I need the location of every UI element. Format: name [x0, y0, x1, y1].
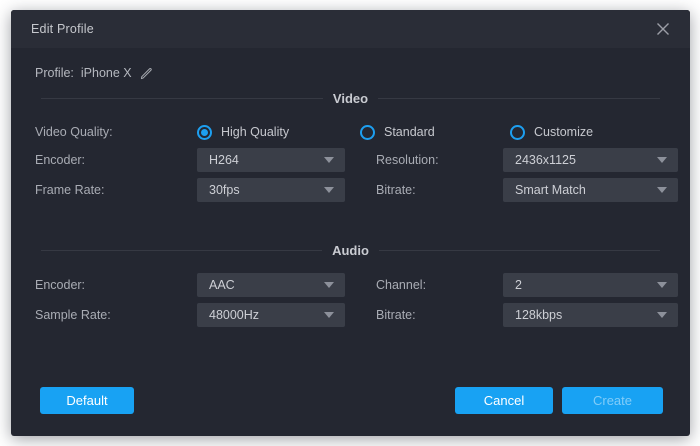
radio-standard[interactable]: Standard	[360, 125, 510, 140]
video-row-2: Frame Rate: 30fps Bitrate: Smart Match	[35, 178, 678, 202]
dialog-title: Edit Profile	[31, 22, 94, 36]
radio-high-quality[interactable]: High Quality	[197, 125, 360, 140]
sample-rate-value: 48000Hz	[209, 308, 259, 322]
audio-section-header: Audio	[41, 242, 660, 258]
audio-row-2: Sample Rate: 48000Hz Bitrate: 128kbps	[35, 303, 678, 327]
audio-section-title: Audio	[322, 243, 379, 258]
profile-name: iPhone X	[81, 66, 132, 80]
sample-rate-label: Sample Rate:	[35, 308, 197, 322]
pencil-icon	[139, 66, 154, 81]
video-bitrate-value: Smart Match	[515, 183, 586, 197]
edit-profile-dialog: Edit Profile Profile: iPhone X Video Vid…	[11, 10, 690, 436]
frame-rate-label: Frame Rate:	[35, 183, 197, 197]
audio-encoder-label: Encoder:	[35, 278, 197, 292]
edit-profile-name-button[interactable]	[139, 66, 154, 81]
sample-rate-select[interactable]: 48000Hz	[197, 303, 345, 327]
radio-button-icon	[197, 125, 212, 140]
chevron-down-icon	[324, 157, 334, 163]
audio-bitrate-value: 128kbps	[515, 308, 562, 322]
resolution-value: 2436x1125	[515, 153, 576, 167]
close-button[interactable]	[652, 18, 674, 40]
channel-label: Channel:	[376, 278, 503, 292]
resolution-select[interactable]: 2436x1125	[503, 148, 678, 172]
channel-value: 2	[515, 278, 522, 292]
radio-button-icon	[510, 125, 525, 140]
video-quality-label: Video Quality:	[35, 125, 197, 139]
divider-line	[378, 98, 660, 99]
radio-standard-label: Standard	[384, 125, 435, 139]
profile-label: Profile:	[35, 66, 74, 80]
radio-customize[interactable]: Customize	[510, 125, 678, 140]
audio-bitrate-select[interactable]: 128kbps	[503, 303, 678, 327]
frame-rate-value: 30fps	[209, 183, 240, 197]
audio-bitrate-label: Bitrate:	[376, 308, 503, 322]
video-encoder-select[interactable]: H264	[197, 148, 345, 172]
video-bitrate-label: Bitrate:	[376, 183, 503, 197]
frame-rate-select[interactable]: 30fps	[197, 178, 345, 202]
audio-encoder-value: AAC	[209, 278, 235, 292]
video-row-1: Encoder: H264 Resolution: 2436x1125	[35, 148, 678, 172]
radio-button-icon	[360, 125, 375, 140]
audio-row-1: Encoder: AAC Channel: 2	[35, 273, 678, 297]
chevron-down-icon	[324, 312, 334, 318]
create-button[interactable]: Create	[562, 387, 663, 414]
video-encoder-value: H264	[209, 153, 239, 167]
divider-line	[41, 98, 323, 99]
video-encoder-label: Encoder:	[35, 153, 197, 167]
radio-customize-label: Customize	[534, 125, 593, 139]
chevron-down-icon	[324, 187, 334, 193]
resolution-label: Resolution:	[376, 153, 503, 167]
video-quality-row: Video Quality: High Quality Standard Cus…	[35, 123, 678, 141]
video-section-header: Video	[41, 90, 660, 106]
video-section-title: Video	[323, 91, 378, 106]
chevron-down-icon	[324, 282, 334, 288]
profile-row: Profile: iPhone X	[35, 62, 154, 84]
chevron-down-icon	[657, 157, 667, 163]
chevron-down-icon	[657, 312, 667, 318]
audio-encoder-select[interactable]: AAC	[197, 273, 345, 297]
cancel-button[interactable]: Cancel	[455, 387, 553, 414]
close-icon	[655, 21, 671, 37]
chevron-down-icon	[657, 187, 667, 193]
divider-line	[41, 250, 322, 251]
radio-high-quality-label: High Quality	[221, 125, 289, 139]
video-bitrate-select[interactable]: Smart Match	[503, 178, 678, 202]
dialog-titlebar: Edit Profile	[11, 10, 690, 48]
channel-select[interactable]: 2	[503, 273, 678, 297]
chevron-down-icon	[657, 282, 667, 288]
default-button[interactable]: Default	[40, 387, 134, 414]
divider-line	[379, 250, 660, 251]
